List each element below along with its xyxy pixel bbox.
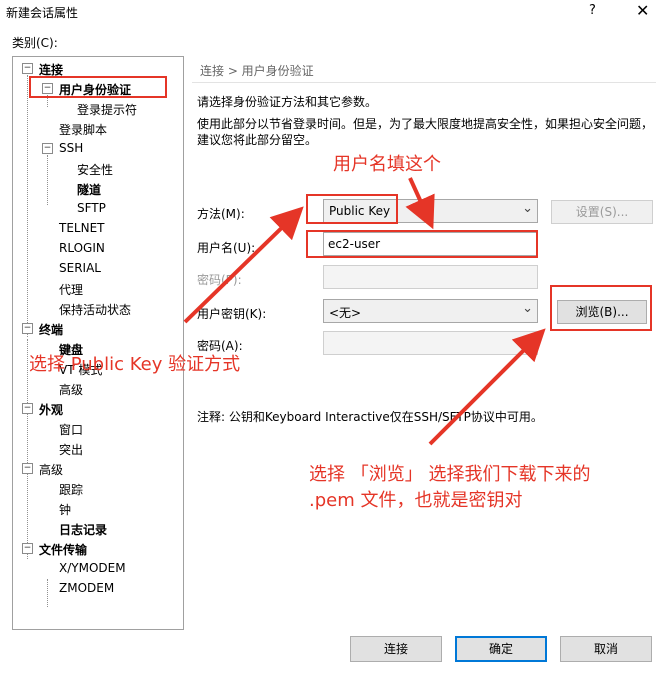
annotation-browse-hint-1: 选择 「浏览」 选择我们下载下来的 — [309, 464, 591, 485]
annotation-username-hint: 用户名填这个 — [333, 154, 441, 175]
annotation-browse-hint-2: .pem 文件，也就是密钥对 — [309, 490, 523, 511]
annotation-arrows — [183, 177, 546, 446]
annotation-method-hint: 选择 Public Key 验证方式 — [29, 354, 241, 375]
